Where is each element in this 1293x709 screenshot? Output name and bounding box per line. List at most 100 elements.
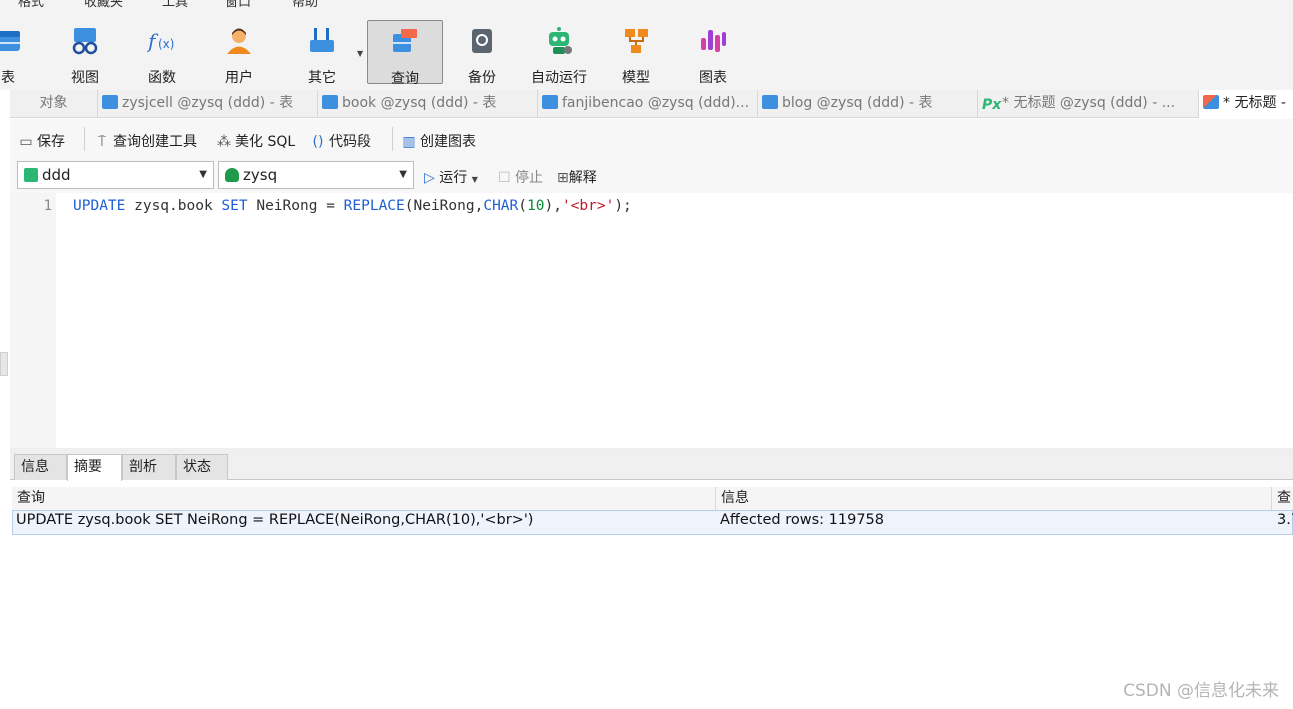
connection-value: ddd <box>42 166 71 184</box>
sql-editor[interactable]: 1 UPDATE zysq.book SET NeiRong = REPLACE… <box>10 193 1293 448</box>
column-header-info[interactable]: 信息 <box>716 487 1272 511</box>
code-snippet-button[interactable]: () 代码段 <box>310 131 371 151</box>
tab-fanjibencao[interactable]: fanjibencao @zysq (ddd)... <box>538 90 758 118</box>
menu-favorites[interactable]: 收藏夹 <box>84 0 123 10</box>
result-tab-info[interactable]: 信息 <box>14 454 67 480</box>
sql-code-line[interactable]: UPDATE zysq.book SET NeiRong = REPLACE(N… <box>73 198 632 214</box>
others-dropdown-icon[interactable]: ▼ <box>357 49 363 58</box>
table-icon <box>322 95 338 109</box>
function-icon: f (x) <box>147 29 174 53</box>
tab-blog[interactable]: blog @zysq (ddd) - 表 <box>758 90 978 118</box>
query-builder-label: 查询创建工具 <box>113 134 197 150</box>
tab-label: 对象 <box>39 95 68 111</box>
backup-icon <box>472 29 492 53</box>
create-chart-button[interactable]: ▥ 创建图表 <box>401 131 476 151</box>
toolbar-automation-button[interactable]: 自动运行 <box>521 20 597 86</box>
beautify-label: 美化 SQL <box>235 134 296 150</box>
main-toolbar: 表 视图 f (x) 函数 用户 其它 ▼ 查询 备份 自动运行 模型 图表 <box>0 14 1293 90</box>
chart-icon <box>701 30 726 52</box>
toolbar-divider <box>392 127 393 151</box>
magic-wand-icon: ⁂ <box>217 134 231 150</box>
column-header-time[interactable]: 查 <box>1272 487 1293 511</box>
create-chart-label: 创建图表 <box>420 134 476 150</box>
result-tab-bar: 信息 摘要 剖析 状态 <box>10 454 1293 481</box>
toolbar-user-button[interactable]: 用户 <box>201 20 277 86</box>
menu-help[interactable]: 帮助 <box>292 0 318 10</box>
sql-keyword: SET <box>221 198 248 214</box>
model-icon <box>625 29 648 53</box>
tab-label: * 无标题 - <box>1223 95 1286 111</box>
result-tab-status[interactable]: 状态 <box>176 454 228 480</box>
robot-icon <box>549 27 572 54</box>
toolbar-others-button[interactable]: 其它 <box>284 20 360 86</box>
database-select[interactable]: zysq ▼ <box>218 161 414 189</box>
table-icon <box>0 31 20 51</box>
snippet-label: 代码段 <box>329 134 371 150</box>
tab-untitled-active[interactable]: * 无标题 - <box>1199 90 1293 118</box>
toolbar-label: 模型 <box>622 70 650 86</box>
sql-string: '<br>' <box>561 198 615 214</box>
column-header-query[interactable]: 查询 <box>12 487 716 511</box>
sql-number: 10 <box>527 198 545 214</box>
cell-info[interactable]: Affected rows: 119758 <box>716 512 1266 528</box>
database-icon <box>225 168 239 182</box>
chevron-down-icon: ▼ <box>199 169 207 180</box>
toolbar-table-button[interactable]: 表 <box>0 20 46 86</box>
explain-button[interactable]: ⊞解释 <box>557 167 597 187</box>
toolbar-function-button[interactable]: f (x) 函数 <box>124 20 200 86</box>
chevron-down-icon: ▼ <box>399 169 407 180</box>
sql-text: NeiRong = <box>247 198 344 214</box>
sql-text: ), <box>544 198 562 214</box>
tab-label: blog @zysq (ddd) - 表 <box>782 95 933 111</box>
toolbar-chart-button[interactable]: 图表 <box>675 20 751 86</box>
document-tab-bar: 对象 zysjcell @zysq (ddd) - 表 book @zysq (… <box>10 90 1293 118</box>
result-tab-profile[interactable]: 剖析 <box>122 454 176 480</box>
explain-icon: ⊞ <box>557 170 569 186</box>
cell-time[interactable]: 3.7 <box>1273 512 1293 528</box>
menu-format[interactable]: 格式 <box>18 0 44 10</box>
tab-objects[interactable]: 对象 <box>10 90 98 118</box>
cell-query[interactable]: UPDATE zysq.book SET NeiRong = REPLACE(N… <box>12 512 712 528</box>
toolbar-label: 图表 <box>699 70 727 86</box>
run-button[interactable]: ▷ 运行 ▼ <box>424 167 478 187</box>
sql-text: zysq.book <box>125 198 222 214</box>
table-icon <box>762 95 778 109</box>
play-icon: ▷ <box>424 170 435 186</box>
stop-icon: ☐ <box>498 170 511 186</box>
editor-toolbar: ▭ 保存 ⍑ 查询创建工具 ⁂ 美化 SQL () 代码段 ▥ 创建图表 <box>10 119 1293 159</box>
menu-bar: 格式 收藏夹 工具 窗口 帮助 <box>0 0 1293 14</box>
toolbar-view-button[interactable]: 视图 <box>47 20 123 86</box>
run-dropdown-icon[interactable]: ▼ <box>472 175 478 184</box>
table-icon <box>542 95 558 109</box>
tab-book[interactable]: book @zysq (ddd) - 表 <box>318 90 538 118</box>
query-builder-icon: ⍑ <box>97 134 107 150</box>
tab-untitled-1[interactable]: Px* 无标题 @zysq (ddd) - ... <box>978 90 1199 118</box>
toolbar-model-button[interactable]: 模型 <box>598 20 674 86</box>
chart-bars-icon: ▥ <box>402 134 416 150</box>
run-label: 运行 <box>439 170 468 186</box>
toolbar-query-button[interactable]: 查询 <box>367 20 443 87</box>
connection-select[interactable]: ddd ▼ <box>17 161 214 189</box>
tab-label: * 无标题 @zysq (ddd) - ... <box>1002 95 1176 111</box>
result-tab-summary[interactable]: 摘要 <box>67 454 122 481</box>
line-number: 1 <box>43 198 52 214</box>
sql-keyword: UPDATE <box>73 198 126 214</box>
toolbar-divider <box>84 127 85 151</box>
menu-window[interactable]: 窗口 <box>225 0 251 10</box>
query-builder-button[interactable]: ⍑ 查询创建工具 <box>94 131 197 151</box>
tab-label: zysjcell @zysq (ddd) - 表 <box>122 95 294 111</box>
toolbar-label: 视图 <box>71 70 99 86</box>
svg-text:(x): (x) <box>158 37 174 51</box>
query-run-icon: Px <box>982 97 1002 113</box>
toolbar-label: 其它 <box>308 70 336 86</box>
panel-collapse-handle[interactable] <box>0 352 8 376</box>
sql-function: REPLACE <box>343 198 405 214</box>
user-icon <box>227 28 251 54</box>
save-icon: ▭ <box>19 134 33 150</box>
menu-tools[interactable]: 工具 <box>162 0 188 10</box>
stop-button[interactable]: ☐ 停止 <box>498 167 543 187</box>
toolbar-backup-button[interactable]: 备份 <box>444 20 520 86</box>
save-button[interactable]: ▭ 保存 <box>18 131 65 151</box>
beautify-sql-button[interactable]: ⁂ 美化 SQL <box>216 131 295 151</box>
tab-zysjcell[interactable]: zysjcell @zysq (ddd) - 表 <box>98 90 318 118</box>
